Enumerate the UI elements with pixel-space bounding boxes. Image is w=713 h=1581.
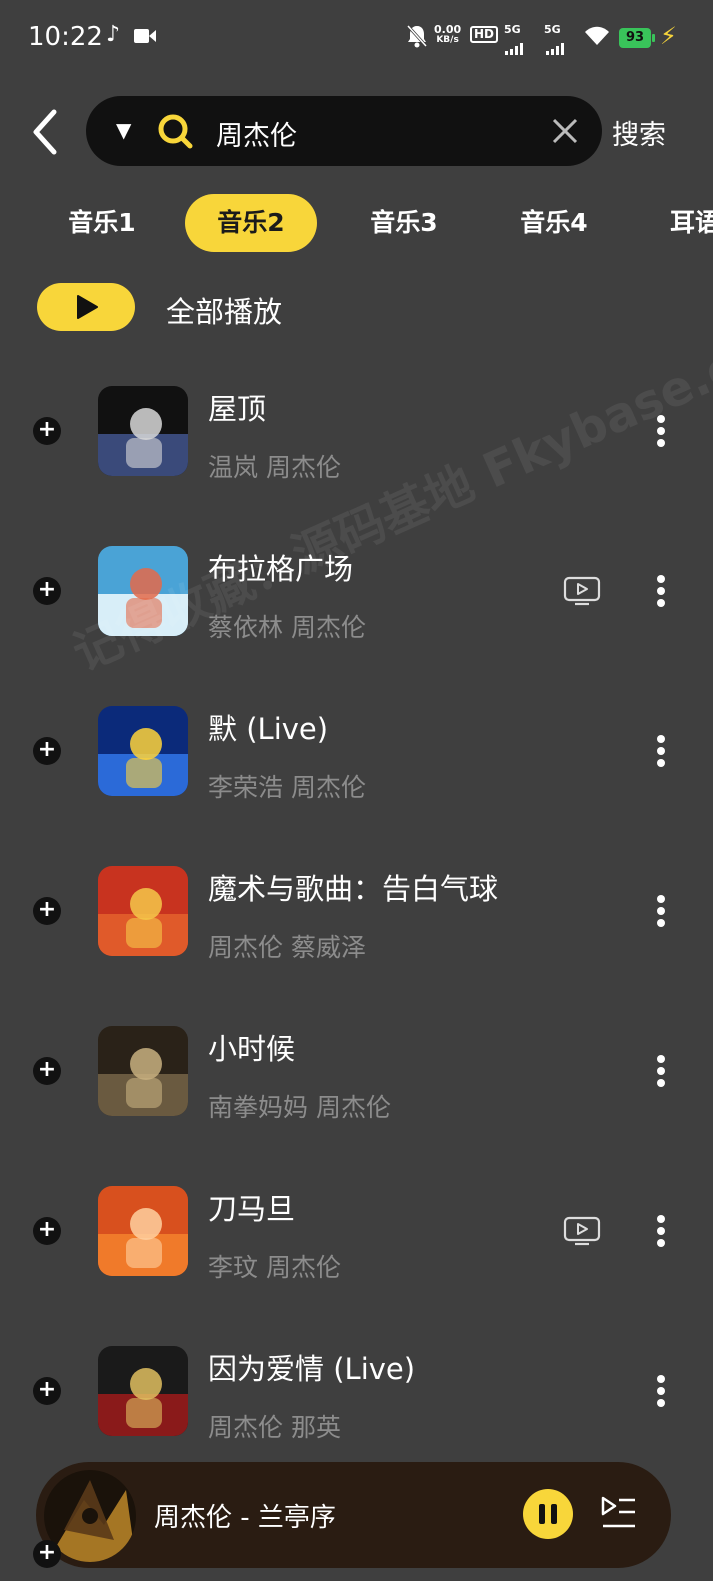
sim2-badge: 5G xyxy=(544,24,561,35)
signal-icon-2 xyxy=(546,36,568,61)
album-cover xyxy=(98,706,188,796)
signal-icon xyxy=(505,36,527,61)
video-camera-icon xyxy=(134,26,156,51)
playlist-icon[interactable] xyxy=(601,1496,637,1530)
mini-player[interactable]: 周杰伦 - 兰亭序 xyxy=(36,1462,671,1568)
search-icon xyxy=(158,114,193,149)
more-options-icon[interactable] xyxy=(648,732,674,772)
battery-indicator: 93 xyxy=(619,28,655,48)
song-title: 魔术与歌曲：告白气球 xyxy=(208,872,499,906)
more-options-icon[interactable] xyxy=(648,572,674,612)
add-to-queue-button[interactable]: + xyxy=(33,1057,61,1085)
song-row[interactable]: + 小时候南拳妈妈 周杰伦 xyxy=(0,992,713,1152)
song-row[interactable]: + 魔术与歌曲：告白气球周杰伦 蔡威泽 xyxy=(0,832,713,992)
music-note-icon: ♪ xyxy=(106,22,121,47)
song-title: 默 (Live) xyxy=(208,712,329,746)
status-bar: 10:22 ♪ 0.00 KB/s HD 5G 5G 93 ⚡ xyxy=(0,0,713,76)
song-artist: 李玟 周杰伦 xyxy=(208,1253,341,1282)
add-button-partial[interactable]: + xyxy=(33,1540,61,1568)
music-video-icon[interactable] xyxy=(563,1216,601,1246)
sim1-badge: 5G xyxy=(504,24,521,35)
net-speed-value: 0.00 xyxy=(434,23,462,36)
net-speed: 0.00 KB/s xyxy=(434,24,461,46)
sim1-label: 5G xyxy=(504,23,521,36)
pause-icon xyxy=(539,1504,545,1524)
search-box[interactable]: ▼ 周杰伦 xyxy=(86,96,602,166)
album-cover xyxy=(98,546,188,636)
album-cover xyxy=(98,1186,188,1276)
dropdown-caret-icon[interactable]: ▼ xyxy=(116,118,131,142)
player-track-title: 周杰伦 - 兰亭序 xyxy=(154,1503,336,1533)
song-title: 屋顶 xyxy=(208,392,267,426)
tab-music-1[interactable]: 音乐1 xyxy=(42,194,162,252)
mute-bell-icon xyxy=(406,24,428,54)
song-row[interactable]: + 屋顶温岚 周杰伦 xyxy=(0,352,713,512)
song-title: 刀马旦 xyxy=(208,1192,296,1226)
more-options-icon[interactable] xyxy=(648,1372,674,1412)
song-row[interactable]: + 布拉格广场蔡依林 周杰伦 xyxy=(0,512,713,672)
status-time: 10:22 xyxy=(28,22,103,52)
song-row[interactable]: + 默 (Live) 李荣浩 周杰伦 xyxy=(0,672,713,832)
add-to-queue-button[interactable]: + xyxy=(33,1217,61,1245)
music-video-icon[interactable] xyxy=(563,576,601,606)
play-icon xyxy=(77,295,98,319)
tab-bar: 音乐1 音乐2 音乐3 音乐4 耳语 xyxy=(0,194,713,254)
play-all-label[interactable]: 全部播放 xyxy=(166,289,282,331)
song-artist: 蔡依林 周杰伦 xyxy=(208,613,366,642)
song-row[interactable]: + 刀马旦李玟 周杰伦 xyxy=(0,1152,713,1312)
song-title: 小时候 xyxy=(208,1032,296,1066)
sim2-label: 5G xyxy=(544,23,561,36)
album-cover xyxy=(98,1026,188,1116)
add-to-queue-button[interactable]: + xyxy=(33,897,61,925)
album-cover xyxy=(98,1346,188,1436)
song-artist: 温岚 周杰伦 xyxy=(208,453,341,482)
more-options-icon[interactable] xyxy=(648,1212,674,1252)
add-to-queue-button[interactable]: + xyxy=(33,577,61,605)
song-title: 因为爱情 (Live) xyxy=(208,1352,416,1386)
tab-music-3[interactable]: 音乐3 xyxy=(344,194,464,252)
tab-whisper[interactable]: 耳语 xyxy=(670,194,713,252)
song-title: 布拉格广场 xyxy=(208,552,354,586)
add-to-queue-button[interactable]: + xyxy=(33,417,61,445)
back-button[interactable] xyxy=(28,108,68,158)
song-artist: 李荣浩 周杰伦 xyxy=(208,773,366,802)
pause-icon-bar xyxy=(551,1504,557,1524)
add-to-queue-button[interactable]: + xyxy=(33,1377,61,1405)
charging-bolt-icon: ⚡ xyxy=(660,22,677,50)
song-row[interactable]: + 因为爱情 (Live) 周杰伦 那英 xyxy=(0,1312,713,1472)
tab-music-4[interactable]: 音乐4 xyxy=(494,194,614,252)
song-artist: 周杰伦 蔡威泽 xyxy=(208,933,366,962)
more-options-icon[interactable] xyxy=(648,892,674,932)
search-input[interactable]: 周杰伦 xyxy=(216,114,297,153)
more-options-icon[interactable] xyxy=(648,412,674,452)
close-icon[interactable] xyxy=(550,116,580,146)
more-options-icon[interactable] xyxy=(648,1052,674,1092)
album-cover xyxy=(98,866,188,956)
pause-button[interactable] xyxy=(523,1489,573,1539)
search-button[interactable]: 搜索 xyxy=(612,113,666,152)
hd-badge: HD xyxy=(470,26,499,43)
add-to-queue-button[interactable]: + xyxy=(33,737,61,765)
song-artist: 南拳妈妈 周杰伦 xyxy=(208,1093,391,1122)
album-cover xyxy=(98,386,188,476)
chevron-left-icon xyxy=(33,109,57,155)
net-speed-unit: KB/s xyxy=(436,35,459,45)
song-artist: 周杰伦 那英 xyxy=(208,1413,341,1442)
tab-music-2[interactable]: 音乐2 xyxy=(185,194,317,252)
wifi-icon xyxy=(584,26,610,52)
play-all-button[interactable] xyxy=(37,283,135,331)
